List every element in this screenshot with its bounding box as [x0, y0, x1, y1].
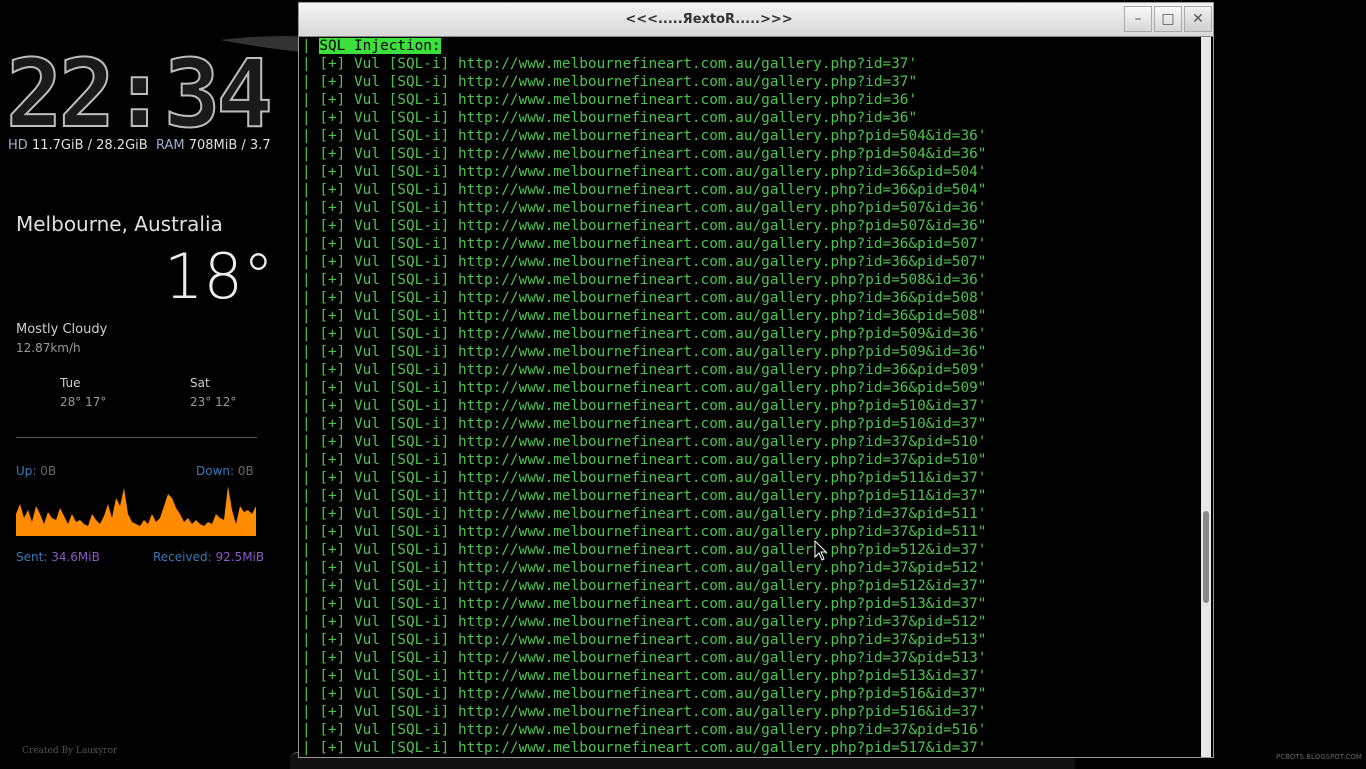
output-line: | [+] Vul [SQL-i] http://www.melbournefi…	[302, 542, 987, 558]
output-line: | [+] Vul [SQL-i] http://www.melbournefi…	[302, 614, 987, 630]
close-icon: ✕	[1192, 11, 1204, 27]
net-sent: Sent: 34.6MiB	[16, 550, 100, 564]
up-value: 0B	[40, 464, 57, 478]
terminal-output[interactable]: | SQL Injection: | [+] Vul [SQL-i] http:…	[299, 37, 1201, 757]
output-line: | [+] Vul [SQL-i] http://www.melbournefi…	[302, 434, 987, 450]
output-line: | [+] Vul [SQL-i] http://www.melbournefi…	[302, 452, 987, 468]
mouse-cursor-icon	[814, 540, 828, 561]
forecast-temps: 28° 17°	[60, 395, 107, 409]
output-line: | [+] Vul [SQL-i] http://www.melbournefi…	[302, 560, 987, 576]
output-line: | [+] Vul [SQL-i] http://www.melbournefi…	[302, 470, 987, 486]
conky-credit: Created By Lauxyror	[22, 746, 118, 756]
header-prefix: |	[302, 38, 320, 54]
output-line: | [+] Vul [SQL-i] http://www.melbournefi…	[302, 380, 987, 396]
forecast-temps: 23° 12°	[190, 395, 237, 409]
up-label: Up:	[16, 464, 37, 478]
output-line: | [+] Vul [SQL-i] http://www.melbournefi…	[302, 290, 987, 306]
title-bar[interactable]: <<<.....ЯextoR.....>>> – □ ✕	[299, 3, 1213, 37]
hd-value: 11.7GiB / 28.2GiB	[31, 138, 148, 153]
received-value: 92.5MiB	[215, 550, 265, 564]
weather-wind: 12.87km/h	[16, 341, 81, 355]
down-label: Down:	[196, 464, 235, 478]
output-line: | [+] Vul [SQL-i] http://www.melbournefi…	[302, 56, 918, 72]
output-line: | [+] Vul [SQL-i] http://www.melbournefi…	[302, 236, 987, 252]
output-line: | [+] Vul [SQL-i] http://www.melbournefi…	[302, 524, 987, 540]
output-line: | [+] Vul [SQL-i] http://www.melbournefi…	[302, 578, 987, 594]
output-line: | [+] Vul [SQL-i] http://www.melbournefi…	[302, 740, 987, 756]
system-stats: HD 11.7GiB / 28.2GiB RAM 708MiB / 3.7	[8, 138, 271, 153]
output-line: | [+] Vul [SQL-i] http://www.melbournefi…	[302, 344, 987, 360]
output-line: | [+] Vul [SQL-i] http://www.melbournefi…	[302, 308, 987, 324]
output-line: | [+] Vul [SQL-i] http://www.melbournefi…	[302, 488, 987, 504]
output-line: | [+] Vul [SQL-i] http://www.melbournefi…	[302, 74, 918, 90]
forecast-day: Sat	[190, 376, 210, 390]
output-line: | [+] Vul [SQL-i] http://www.melbournefi…	[302, 686, 987, 702]
output-line: | [+] Vul [SQL-i] http://www.melbournefi…	[302, 668, 987, 684]
sent-value: 34.6MiB	[51, 550, 100, 564]
output-line: | [+] Vul [SQL-i] http://www.melbournefi…	[302, 164, 987, 180]
output-line: | [+] Vul [SQL-i] http://www.melbournefi…	[302, 722, 987, 738]
output-line: | [+] Vul [SQL-i] http://www.melbournefi…	[302, 272, 987, 288]
hd-label: HD	[8, 138, 28, 153]
minimize-button[interactable]: –	[1124, 6, 1152, 32]
window-title: <<<.....ЯextoR.....>>>	[625, 12, 793, 27]
close-button[interactable]: ✕	[1184, 6, 1212, 32]
weather-city: Melbourne, Australia	[16, 212, 223, 236]
maximize-icon: □	[1161, 11, 1175, 27]
output-line: | [+] Vul [SQL-i] http://www.melbournefi…	[302, 326, 987, 342]
watermark: PCBOTS.BLOGSPOT.COM	[1276, 753, 1362, 761]
weather-condition: Mostly Cloudy	[16, 322, 108, 337]
output-line: | [+] Vul [SQL-i] http://www.melbournefi…	[302, 218, 987, 234]
output-line: | [+] Vul [SQL-i] http://www.melbournefi…	[302, 650, 987, 666]
sent-label: Sent:	[16, 550, 48, 564]
output-line: | [+] Vul [SQL-i] http://www.melbournefi…	[302, 200, 987, 216]
received-label: Received:	[153, 550, 212, 564]
net-up: Up: 0B	[16, 464, 56, 478]
output-line: | [+] Vul [SQL-i] http://www.melbournefi…	[302, 254, 987, 270]
output-line: | [+] Vul [SQL-i] http://www.melbournefi…	[302, 596, 987, 612]
output-line: | [+] Vul [SQL-i] http://www.melbournefi…	[302, 416, 987, 432]
scrollbar[interactable]	[1201, 37, 1211, 757]
output-line: | [+] Vul [SQL-i] http://www.melbournefi…	[302, 398, 987, 414]
down-value: 0B	[237, 464, 254, 478]
divider	[16, 437, 257, 438]
output-line: | [+] Vul [SQL-i] http://www.melbournefi…	[302, 128, 987, 144]
ram-value: 708MiB / 3.7	[188, 138, 271, 153]
output-line: | [+] Vul [SQL-i] http://www.melbournefi…	[302, 110, 918, 126]
clock: 22:34	[5, 40, 274, 149]
output-line: | [+] Vul [SQL-i] http://www.melbournefi…	[302, 506, 987, 522]
weather-temperature: 18°	[164, 240, 274, 313]
net-received: Received: 92.5MiB	[153, 550, 264, 564]
section-header: SQL Injection:	[319, 38, 441, 54]
minimize-icon: –	[1134, 11, 1142, 27]
forecast-day: Tue	[60, 376, 81, 390]
output-line: | [+] Vul [SQL-i] http://www.melbournefi…	[302, 146, 987, 162]
output-line: | [+] Vul [SQL-i] http://www.melbournefi…	[302, 632, 987, 648]
scrollbar-thumb[interactable]	[1203, 511, 1209, 603]
output-line: | [+] Vul [SQL-i] http://www.melbournefi…	[302, 362, 987, 378]
terminal-window[interactable]: <<<.....ЯextoR.....>>> – □ ✕ | SQL Injec…	[298, 2, 1214, 758]
output-line: | [+] Vul [SQL-i] http://www.melbournefi…	[302, 704, 987, 720]
maximize-button[interactable]: □	[1154, 6, 1182, 32]
output-line: | [+] Vul [SQL-i] http://www.melbournefi…	[302, 182, 987, 198]
output-header: | SQL Injection:	[299, 37, 1201, 55]
network-graph	[16, 486, 256, 536]
output-line: | [+] Vul [SQL-i] http://www.melbournefi…	[302, 92, 918, 108]
ram-label: RAM	[155, 138, 185, 153]
net-down: Down: 0B	[196, 464, 254, 478]
